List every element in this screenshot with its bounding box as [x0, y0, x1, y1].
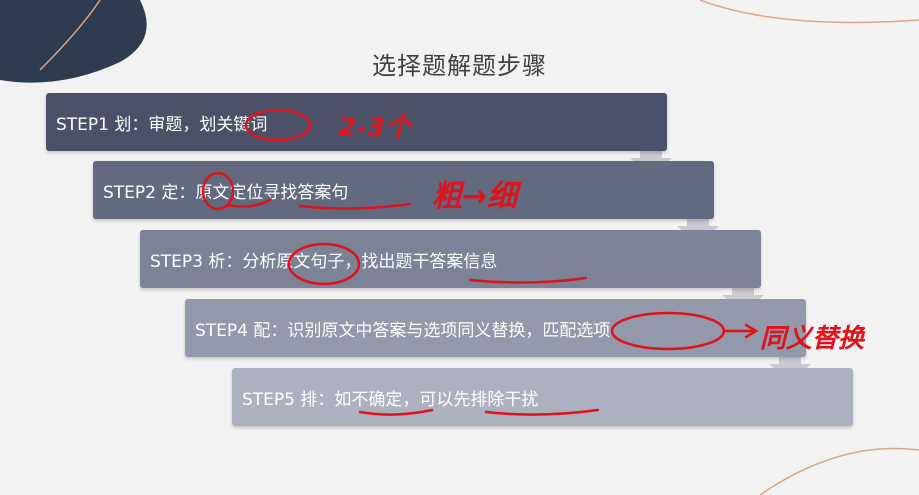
step-2-box: STEP2 定：原文定位寻找答案句: [93, 161, 714, 219]
step-5-box: STEP5 排：如不确定，可以先排除干扰: [232, 368, 853, 426]
step-1-box: STEP1 划：审题，划关键词: [46, 93, 667, 151]
step-3-box: STEP3 析：分析原文句子，找出题干答案信息: [140, 230, 761, 288]
step-1-label: STEP1 划：审题，划关键词: [56, 114, 268, 135]
bottom-right-curve-line: [759, 447, 919, 495]
step-2-label: STEP2 定：原文定位寻找答案句: [103, 182, 349, 203]
step-4-box: STEP4 配：识别原文中答案与选项同义替换，匹配选项: [185, 299, 806, 357]
top-right-curve-line: [699, 0, 919, 24]
step-5-label: STEP5 排：如不确定，可以先排除干扰: [242, 389, 539, 410]
step-4-label: STEP4 配：识别原文中答案与选项同义替换，匹配选项: [195, 320, 611, 341]
slide-title: 选择题解题步骤: [372, 52, 547, 80]
step-3-label: STEP3 析：分析原文句子，找出题干答案信息: [150, 251, 498, 272]
